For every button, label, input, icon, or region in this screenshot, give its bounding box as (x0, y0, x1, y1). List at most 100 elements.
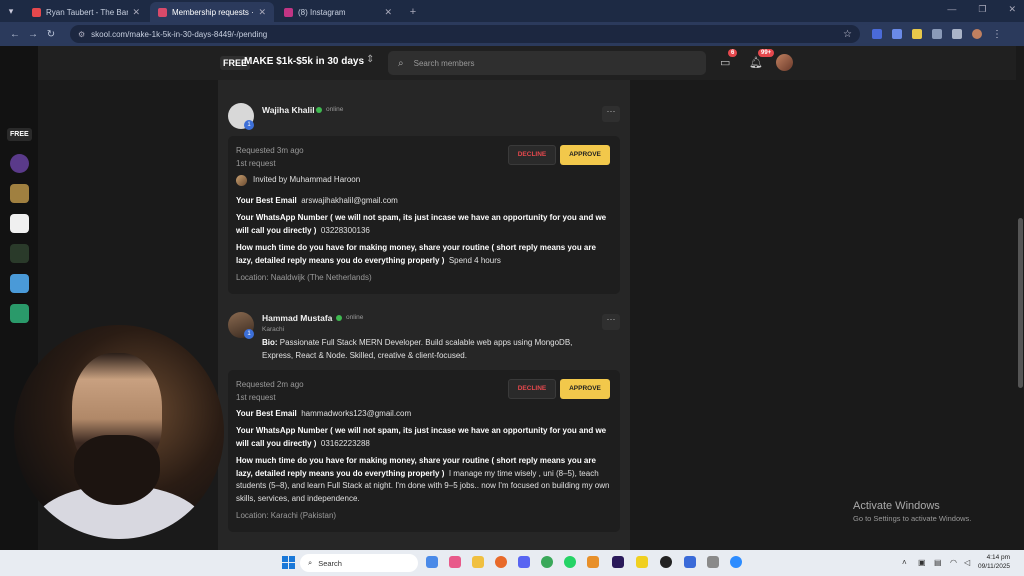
taskbar-clock[interactable]: 4:14 pm 09/11/2025 (978, 553, 1010, 571)
online-status: online (346, 314, 364, 321)
profile-avatar-icon[interactable] (972, 29, 982, 39)
pending-requests-list: 1 Wajiha Khalil online ··· Requested 3m … (218, 80, 630, 550)
rail-group-icon[interactable] (10, 184, 29, 203)
inviter-avatar (236, 175, 247, 186)
chat-badge: 6 (728, 49, 738, 57)
member-name[interactable]: Hammad Mustafa (262, 313, 332, 323)
search-members-input[interactable]: ⌕ Search members (388, 51, 706, 75)
requested-time: Requested 3m ago (236, 146, 304, 155)
answer-whatsapp: Your WhatsApp Number ( we will not spam,… (236, 213, 607, 235)
taskbar-app-icon[interactable] (636, 556, 648, 568)
rail-group-icon[interactable] (10, 274, 29, 293)
answer-time: How much time do you have for making mon… (236, 456, 610, 503)
member-location: Location: Naaldwijk (The Netherlands) (236, 273, 372, 282)
reload-icon[interactable]: ↻ (42, 29, 60, 40)
premiere-icon[interactable] (612, 556, 624, 568)
browser-menu-icon[interactable]: ⋮ (992, 29, 1002, 40)
close-icon[interactable]: ✕ (384, 7, 392, 18)
invited-by: Invited by Muhammad Haroon (253, 175, 361, 184)
decline-button[interactable]: DECLINE (508, 145, 556, 165)
address-bar[interactable]: ⚙ skool.com/make-1k-5k-in-30-days-8449/-… (70, 25, 860, 43)
member-location: Location: Karachi (Pakistan) (236, 511, 337, 520)
site-info-icon[interactable]: ⚙ (78, 30, 85, 39)
tab-search-icon[interactable]: ▾ (0, 0, 22, 22)
answer-whatsapp: Your WhatsApp Number ( we will not spam,… (236, 426, 607, 448)
online-indicator (336, 315, 342, 321)
search-icon: ⌕ (398, 57, 404, 69)
level-badge: 1 (244, 329, 254, 339)
app-header: FREE MAKE $1k-$5k in 30 days ⇕ ⌕ Search … (38, 46, 1016, 80)
group-switcher-icon[interactable]: ⇕ (366, 54, 374, 65)
user-avatar[interactable] (776, 54, 793, 71)
close-icon[interactable]: ✕ (258, 7, 266, 18)
volume-icon[interactable]: ◁ (964, 558, 970, 567)
scrollbar-thumb[interactable] (1018, 218, 1023, 388)
taskbar-search[interactable]: ⌕ Search (300, 554, 418, 572)
rail-group-icon[interactable] (10, 244, 29, 263)
online-indicator (316, 107, 322, 113)
chrome-icon[interactable] (541, 556, 553, 568)
extension-icon[interactable] (932, 29, 942, 39)
instagram-icon (284, 7, 293, 17)
level-badge: 1 (244, 120, 254, 130)
youtube-icon (32, 7, 41, 17)
discord-icon[interactable] (518, 556, 530, 568)
extension-icon[interactable] (872, 29, 882, 39)
url-text: skool.com/make-1k-5k-in-30-days-8449/-/p… (91, 29, 268, 39)
forward-icon[interactable]: → (24, 29, 42, 40)
puzzle-icon[interactable] (952, 29, 962, 39)
bell-icon[interactable]: 🔔︎ (749, 56, 763, 69)
window-controls: — ❐ ✕ (947, 4, 1016, 15)
member-city: Karachi (262, 326, 285, 333)
rail-group-icon[interactable] (10, 154, 29, 173)
maximize-icon[interactable]: ❐ (978, 4, 986, 15)
tray-app-icon[interactable]: ▤ (934, 558, 942, 567)
minimize-icon[interactable]: — (947, 4, 956, 15)
rail-group-icon[interactable] (10, 304, 29, 323)
wifi-icon[interactable]: ◠ (950, 558, 957, 567)
online-status: online (326, 106, 344, 113)
requested-time: Requested 2m ago (236, 380, 304, 389)
extension-icon[interactable] (912, 29, 922, 39)
right-empty-area (630, 80, 1016, 550)
taskbar-app-icon[interactable] (660, 556, 672, 568)
taskbar-app-icon[interactable] (587, 556, 599, 568)
chat-icon[interactable]: ▭ (720, 56, 730, 69)
request-card: Requested 2m ago 1st request DECLINE APP… (228, 370, 620, 532)
taskbar-app-icon[interactable] (449, 556, 461, 568)
approve-button[interactable]: APPROVE (560, 145, 610, 165)
tray-chevron-icon[interactable]: ˄ (902, 558, 907, 567)
back-icon[interactable]: ← (6, 29, 24, 40)
answer-time: How much time do you have for making mon… (236, 243, 596, 265)
request-count: 1st request (236, 393, 276, 402)
bookmark-star-icon[interactable]: ☆ (843, 29, 852, 40)
webcam-overlay (14, 325, 224, 539)
tab-instagram[interactable]: (8) Instagram ✕ (276, 2, 400, 22)
new-tab-button[interactable]: + (404, 2, 422, 22)
approve-button[interactable]: APPROVE (560, 379, 610, 399)
zoom-icon[interactable] (730, 556, 742, 568)
tab-membership-requests[interactable]: Membership requests · MAKE $ ✕ (150, 2, 274, 22)
whatsapp-icon[interactable] (564, 556, 576, 568)
close-icon[interactable]: ✕ (132, 7, 140, 18)
group-title[interactable]: MAKE $1k-$5k in 30 days (244, 56, 364, 67)
rail-free-badge[interactable]: FREE (7, 128, 32, 141)
taskbar-app-icon[interactable] (707, 556, 719, 568)
taskbar-app-icon[interactable] (684, 556, 696, 568)
windows-start-icon[interactable] (282, 556, 295, 569)
tray-app-icon[interactable]: ▣ (918, 558, 926, 567)
decline-button[interactable]: DECLINE (508, 379, 556, 399)
taskbar-app-icon[interactable] (426, 556, 438, 568)
member-name[interactable]: Wajiha Khalil (262, 105, 315, 115)
more-options-button[interactable]: ··· (602, 106, 620, 122)
tab-youtube[interactable]: Ryan Taubert - The Banquet - Y ✕ (24, 2, 148, 22)
activate-windows-title: Activate Windows (853, 500, 940, 512)
member-bio: Bio: Passionate Full Stack MERN Develope… (262, 338, 573, 360)
rail-group-icon[interactable] (10, 214, 29, 233)
answer-email: Your Best Email hammadworks123@gmail.com (236, 409, 412, 418)
close-window-icon[interactable]: ✕ (1008, 4, 1016, 15)
more-options-button[interactable]: ··· (602, 314, 620, 330)
extension-icon[interactable] (892, 29, 902, 39)
folder-icon[interactable] (472, 556, 484, 568)
taskbar-app-icon[interactable] (495, 556, 507, 568)
